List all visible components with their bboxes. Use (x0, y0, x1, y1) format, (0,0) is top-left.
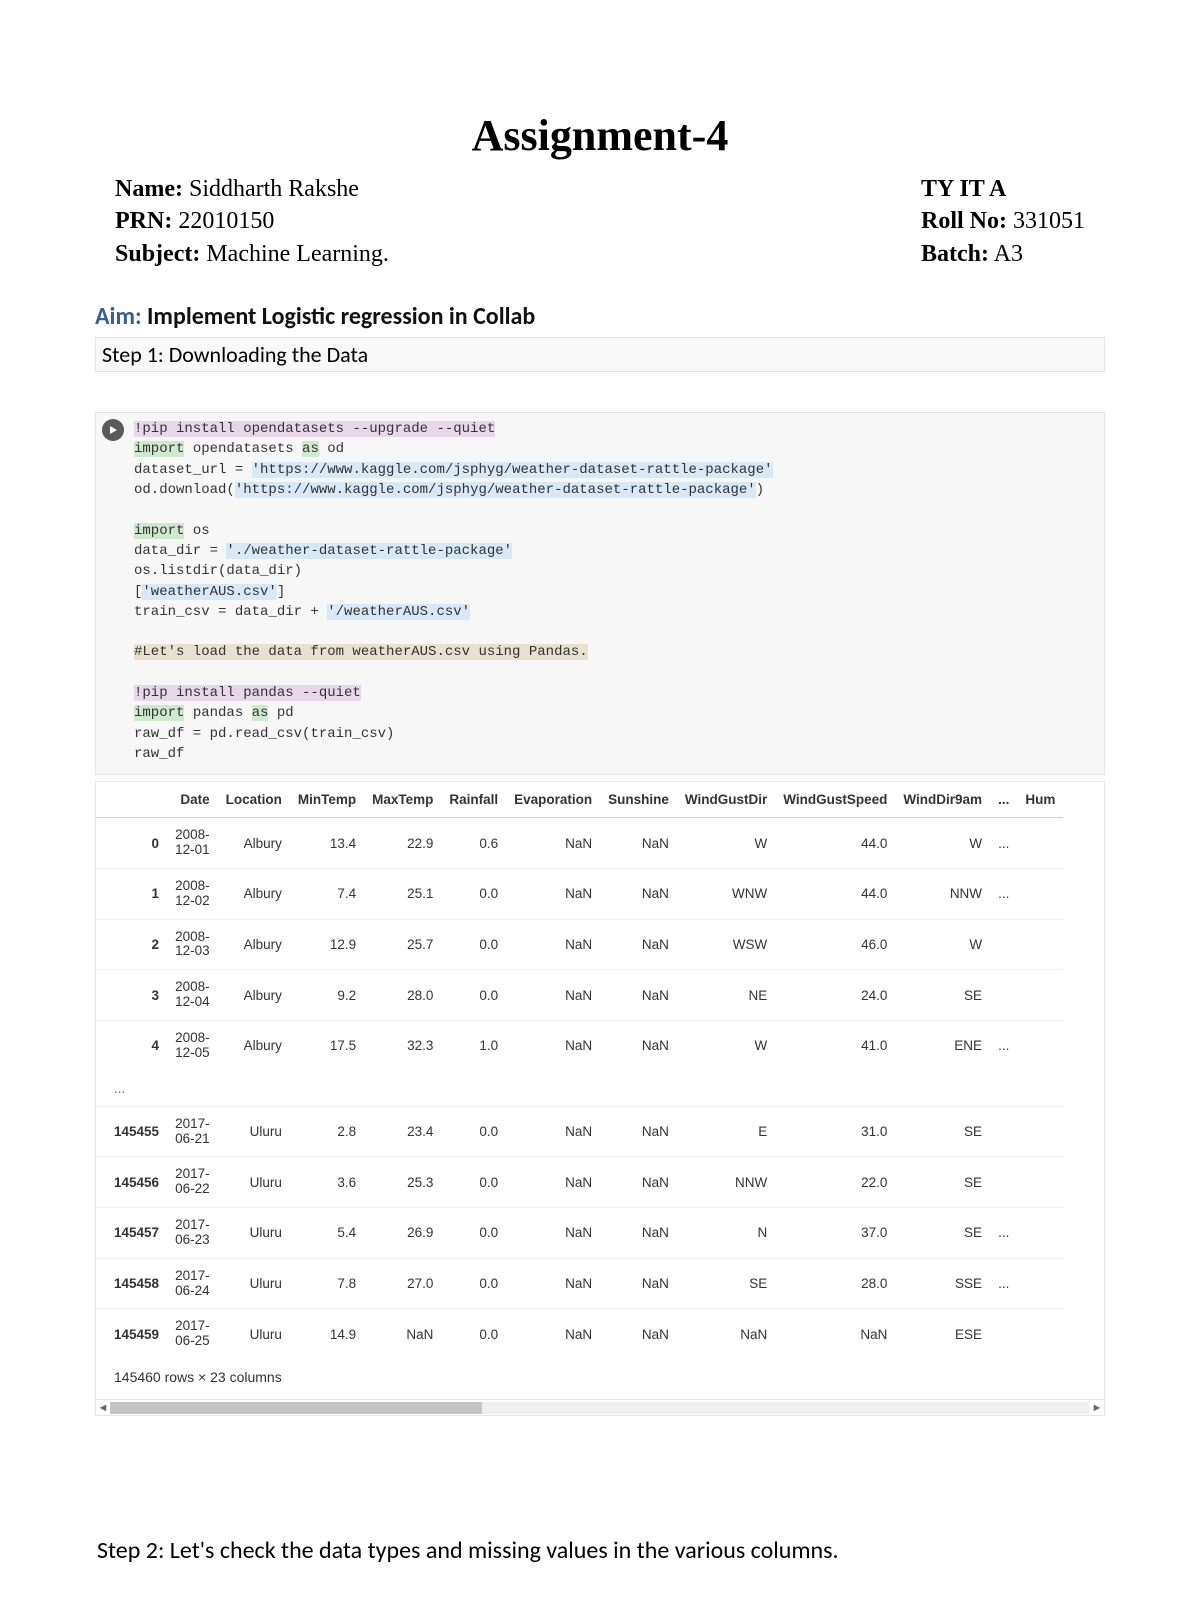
code-token: train_csv = data_dir + (134, 604, 327, 620)
class-label: TY IT A (921, 176, 1006, 202)
table-column-header: Sunshine (600, 782, 677, 818)
code-token: as (302, 441, 319, 457)
batch-value: A3 (989, 241, 1023, 267)
table-row: 1454552017-06-21Uluru2.823.40.0NaNNaNE31… (96, 1106, 1063, 1157)
code-token: ] (277, 584, 285, 600)
prn-label: PRN: (115, 208, 172, 234)
table-row: 1454592017-06-25Uluru14.9NaN0.0NaNNaNNaN… (96, 1309, 1063, 1359)
table-column-header (96, 782, 167, 818)
table-row: 12008-12-02Albury7.425.10.0NaNNaNWNW44.0… (96, 868, 1063, 919)
code-token: import (134, 705, 184, 721)
table-column-header: MaxTemp (364, 782, 441, 818)
horizontal-scrollbar[interactable]: ◄ ► (96, 1399, 1104, 1415)
code-token: 'https://www.kaggle.com/jsphyg/weather-d… (252, 462, 773, 478)
prn-value: 22010150 (172, 208, 274, 234)
table-column-header: Evaporation (506, 782, 600, 818)
table-row: 32008-12-04Albury9.228.00.0NaNNaNNE24.0S… (96, 970, 1063, 1021)
table-row: 1454562017-06-22Uluru3.625.30.0NaNNaNNNW… (96, 1157, 1063, 1208)
aim-label: Aim: (95, 302, 147, 331)
code-cell: !pip install opendatasets --upgrade --qu… (95, 412, 1105, 775)
code-token: !pip install opendatasets --upgrade --qu… (134, 421, 495, 437)
code-token: './weather-dataset-rattle-package' (226, 543, 512, 559)
code-token: ) (756, 482, 764, 498)
code-token: pandas (184, 705, 251, 721)
step1-heading: Step 1: Downloading the Data (95, 337, 1105, 372)
table-column-header: WindGustSpeed (775, 782, 895, 818)
table-row: 42008-12-05Albury17.532.31.0NaNNaNW41.0E… (96, 1020, 1063, 1070)
roll-label: Roll No: (921, 208, 1007, 234)
name-label: Name: (115, 176, 183, 202)
play-icon (108, 425, 118, 435)
scroll-left-icon[interactable]: ◄ (96, 1402, 110, 1414)
table-row: 22008-12-03Albury12.925.70.0NaNNaNWSW46.… (96, 919, 1063, 970)
scroll-right-icon[interactable]: ► (1090, 1402, 1104, 1414)
table-row: 1454582017-06-24Uluru7.827.00.0NaNNaNSE2… (96, 1258, 1063, 1309)
scroll-track[interactable] (110, 1402, 1090, 1414)
table-column-header: Hum (1017, 782, 1063, 818)
dataframe-shape: 145460 rows × 23 columns (96, 1359, 1104, 1399)
table-column-header: Location (218, 782, 290, 818)
table-row: 1454572017-06-23Uluru5.426.90.0NaNNaNN37… (96, 1208, 1063, 1259)
subject-value: Machine Learning. (200, 241, 389, 267)
roll-value: 331051 (1007, 208, 1085, 234)
table-column-header: WindDir9am (895, 782, 990, 818)
code-token: od (319, 441, 344, 457)
output-cell: DateLocationMinTempMaxTempRainfallEvapor… (95, 781, 1105, 1416)
name-value: Siddharth Rakshe (183, 176, 359, 202)
code-token: od.download( (134, 482, 235, 498)
table-column-header: ... (990, 782, 1017, 818)
code-token: pd (268, 705, 293, 721)
table-column-header: Rainfall (441, 782, 506, 818)
code-token: as (252, 705, 269, 721)
aim-text: Implement Logistic regression in Collab (147, 302, 535, 331)
code-token: raw_df = pd.read_csv(train_csv) (134, 726, 394, 742)
code-block[interactable]: !pip install opendatasets --upgrade --qu… (130, 413, 1104, 774)
batch-label: Batch: (921, 241, 989, 267)
code-token: #Let's load the data from weatherAUS.csv… (134, 644, 588, 660)
code-token: !pip install pandas --quiet (134, 685, 361, 701)
table-column-header: MinTemp (290, 782, 364, 818)
table-column-header: WindGustDir (677, 782, 775, 818)
code-token: os (184, 523, 209, 539)
subject-label: Subject: (115, 241, 200, 267)
code-token: data_dir = (134, 543, 226, 559)
code-token: opendatasets (184, 441, 302, 457)
dataframe-table: DateLocationMinTempMaxTempRainfallEvapor… (96, 782, 1063, 1359)
code-token: os.listdir(data_dir) (134, 563, 302, 579)
code-token: 'https://www.kaggle.com/jsphyg/weather-d… (235, 482, 756, 498)
table-column-header: Date (167, 782, 218, 818)
code-token: '/weatherAUS.csv' (327, 604, 470, 620)
scroll-thumb[interactable] (110, 1402, 482, 1414)
code-token: import (134, 523, 184, 539)
table-ellipsis-row: ... (96, 1071, 1063, 1107)
student-info: Name: Siddharth Rakshe PRN: 22010150 Sub… (95, 173, 1105, 270)
code-token: dataset_url = (134, 462, 252, 478)
run-cell-button[interactable] (102, 419, 124, 441)
code-token: raw_df (134, 746, 184, 762)
step2-heading: Step 2: Let's check the data types and m… (95, 1536, 1105, 1565)
code-token: import (134, 441, 184, 457)
page-title: Assignment-4 (95, 110, 1105, 161)
aim-heading: Aim: Implement Logistic regression in Co… (95, 302, 1105, 335)
table-row: 02008-12-01Albury13.422.90.6NaNNaNW44.0W… (96, 818, 1063, 869)
code-token: 'weatherAUS.csv' (142, 584, 276, 600)
